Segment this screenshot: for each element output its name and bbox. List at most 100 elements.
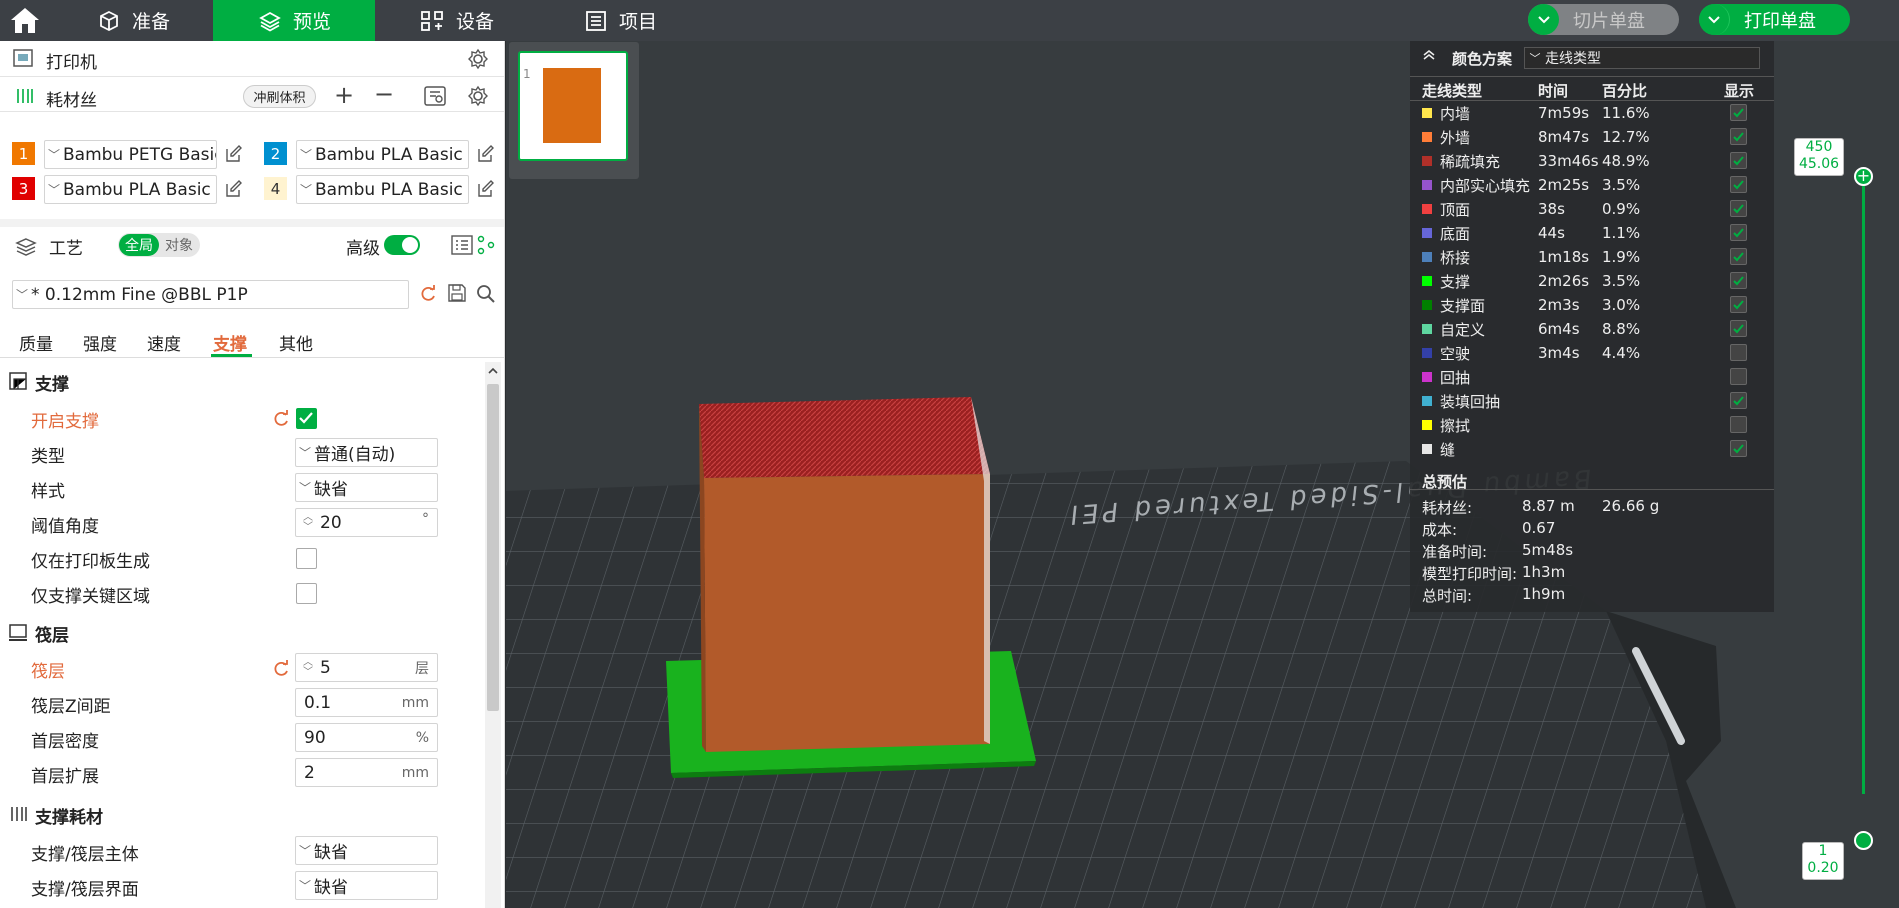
plate-thumbnail-1[interactable]: 1 [518,51,628,161]
legend-row: 稀疏填充 33m46s 48.9% [1410,149,1774,173]
filament-slot-3-select[interactable]: ﹀ Bambu PLA Basic [44,175,217,204]
legend-row-percent: 48.9% [1602,152,1650,170]
process-profile-select[interactable]: ﹀ * 0.12mm Fine @BBL P1P [12,280,409,309]
legend-visibility-checkbox[interactable] [1730,176,1747,193]
global-object-toggle[interactable]: 全局 对象 [118,233,200,257]
support-interface-select[interactable]: ﹀ 缺省 [295,871,438,900]
first-layer-expand-input[interactable]: 2 mm [295,758,438,787]
cube-icon [100,10,118,31]
chevron-down-icon: ﹀ [298,879,311,893]
threshold-angle-label: 阈值角度 [31,517,99,537]
tab-speed[interactable]: 速度 [147,330,181,355]
slice-plate-button[interactable]: 切片单盘 [1528,4,1679,35]
filament-settings-icon[interactable] [467,85,489,107]
support-style-select[interactable]: ﹀ 缺省 [295,473,438,502]
edit-icon[interactable] [477,180,495,198]
filament-slot-1-select[interactable]: ﹀ Bambu PETG Basic [44,140,217,169]
support-type-select[interactable]: ﹀ 普通(自动) [295,438,438,467]
legend-visibility-checkbox[interactable] [1730,128,1747,145]
chevron-up-icon[interactable] [488,367,498,375]
legend-visibility-checkbox[interactable] [1730,416,1747,433]
tab-prepare[interactable]: 准备 [78,0,212,41]
legend-visibility-checkbox[interactable] [1730,272,1747,289]
layer-slider-track[interactable] [1862,174,1865,794]
legend-visibility-checkbox[interactable] [1730,296,1747,313]
flush-volume-button[interactable]: 冲刷体积 [243,85,316,108]
tab-support[interactable]: 支撑 [213,330,247,355]
legend-visibility-checkbox[interactable] [1730,344,1747,361]
legend-visibility-checkbox[interactable] [1730,320,1747,337]
tab-quality[interactable]: 质量 [19,330,53,355]
legend-row-percent: 12.7% [1602,128,1650,146]
checkmark-icon [1733,108,1744,118]
add-filament-icon[interactable]: + [334,81,354,109]
legend-header-time: 时间 [1538,82,1569,100]
reset-icon[interactable] [272,660,290,678]
tab-preview[interactable]: 预览 [213,0,375,41]
raft-layers-input[interactable]: ︿ ﹀ 5 层 [295,653,438,682]
raft-section-title: 筏层 [35,626,69,646]
checkmark-icon [1733,132,1744,142]
edit-icon[interactable] [225,145,243,163]
legend-visibility-checkbox[interactable] [1730,224,1747,241]
layer-slider-top-handle[interactable]: + [1854,167,1873,186]
process-layers-icon [15,238,37,256]
estimate-model-value: 1h3m [1522,563,1566,581]
tab-others[interactable]: 其他 [279,330,313,355]
tab-label: 设备 [456,11,495,33]
first-layer-density-input[interactable]: 90 % [295,723,438,752]
threshold-angle-input[interactable]: ︿ ﹀ 20 ° [295,508,438,537]
sync-ams-icon[interactable] [424,86,446,106]
search-icon[interactable] [476,284,495,303]
reset-icon[interactable] [419,285,437,303]
filament-slot-4-select[interactable]: ﹀ Bambu PLA Basic [296,175,469,204]
scrollbar-thumb[interactable] [487,384,499,711]
spin-arrows-icon[interactable]: ︿ ﹀ [296,657,320,678]
settings-scrollbar[interactable] [485,362,501,908]
estimate-cost-value: 0.67 [1522,519,1556,537]
reset-icon[interactable] [272,410,290,428]
color-scheme-select[interactable]: ﹀ 走线类型 [1524,47,1760,69]
enable-support-checkbox[interactable] [296,408,317,429]
print-dropdown[interactable] [1699,4,1730,35]
tab-project[interactable]: 项目 [585,0,745,41]
edit-icon[interactable] [225,180,243,198]
filament-slot-2-select[interactable]: ﹀ Bambu PLA Basic [296,140,469,169]
home-icon[interactable] [10,7,40,34]
compare-icon[interactable] [451,235,473,255]
checkmark-icon [1733,156,1744,166]
print-plate-button[interactable]: 打印单盘 [1699,4,1850,35]
critical-regions-checkbox[interactable] [296,583,317,604]
chevron-down-icon: ﹀ [299,183,312,197]
remove-filament-icon[interactable]: − [374,80,394,108]
legend-visibility-checkbox[interactable] [1730,248,1747,265]
legend-title: 颜色方案 [1452,50,1513,68]
spin-arrows-icon[interactable]: ︿ ﹀ [296,512,320,533]
support-base-select[interactable]: ﹀ 缺省 [295,836,438,865]
tab-device[interactable]: 设备 [420,0,580,41]
legend-visibility-checkbox[interactable] [1730,152,1747,169]
chevron-down-icon [1537,15,1550,23]
legend-row-name: 支撑面 [1440,296,1486,315]
save-icon[interactable] [448,284,466,302]
edit-icon[interactable] [477,145,495,163]
legend-visibility-checkbox[interactable] [1730,368,1747,385]
on-build-plate-checkbox[interactable] [296,548,317,569]
advanced-switch[interactable] [384,235,420,255]
wizard-icon[interactable] [477,235,495,255]
raft-z-distance-input[interactable]: 0.1 mm [295,688,438,717]
collapse-icon[interactable] [1422,49,1436,61]
legend-row-percent: 0.9% [1602,200,1641,218]
legend-visibility-checkbox[interactable] [1730,440,1747,457]
legend-visibility-checkbox[interactable] [1730,104,1747,121]
legend-visibility-checkbox[interactable] [1730,392,1747,409]
legend-row: 缝 [1410,437,1774,461]
legend-visibility-checkbox[interactable] [1730,200,1747,217]
legend-row-name: 缝 [1440,440,1456,459]
layer-slider-bottom-handle[interactable] [1854,831,1873,850]
toggle-global[interactable]: 全局 [119,234,159,256]
tab-strength[interactable]: 强度 [83,330,117,355]
slice-dropdown[interactable] [1528,4,1559,35]
gear-icon[interactable] [467,48,489,70]
toggle-object[interactable]: 对象 [160,234,198,256]
